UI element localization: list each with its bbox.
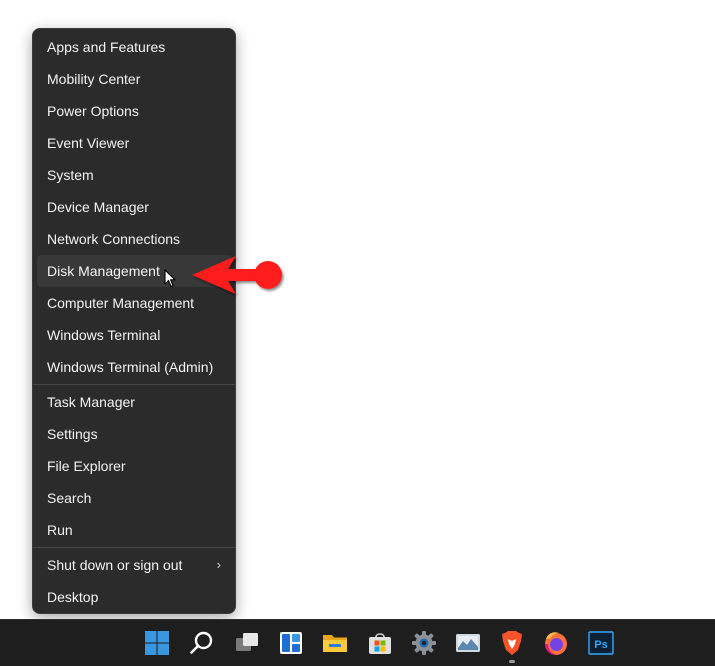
menu-item-event-viewer[interactable]: Event Viewer	[37, 127, 231, 159]
menu-item-run[interactable]: Run	[37, 514, 231, 546]
menu-item-file-explorer[interactable]: File Explorer	[37, 450, 231, 482]
menu-item-task-manager[interactable]: Task Manager	[37, 386, 231, 418]
running-app-indicator	[509, 660, 515, 663]
menu-item-search[interactable]: Search	[37, 482, 231, 514]
menu-item-windows-terminal-admin[interactable]: Windows Terminal (Admin)	[37, 351, 231, 383]
menu-item-label: Shut down or sign out	[47, 557, 183, 573]
photos-icon[interactable]	[454, 629, 482, 657]
menu-item-shut-down-or-sign-out[interactable]: Shut down or sign out ›	[37, 549, 231, 581]
menu-item-device-manager[interactable]: Device Manager	[37, 191, 231, 223]
mouse-pointer-icon	[164, 269, 176, 288]
winx-context-menu: Apps and Features Mobility Center Power …	[32, 28, 236, 614]
windows-start-icon[interactable]	[143, 629, 171, 657]
menu-separator	[33, 384, 235, 385]
widgets-icon[interactable]	[277, 629, 305, 657]
brave-browser-icon[interactable]	[498, 629, 526, 657]
menu-item-apps-and-features[interactable]: Apps and Features	[37, 31, 231, 63]
menu-item-settings[interactable]: Settings	[37, 418, 231, 450]
menu-item-system[interactable]: System	[37, 159, 231, 191]
file-explorer-icon[interactable]	[321, 629, 349, 657]
menu-item-desktop[interactable]: Desktop	[37, 581, 231, 613]
menu-item-network-connections[interactable]: Network Connections	[37, 223, 231, 255]
photoshop-icon[interactable]: Ps	[587, 629, 615, 657]
microsoft-store-icon[interactable]	[366, 629, 394, 657]
chevron-right-icon: ›	[216, 557, 221, 572]
menu-item-power-options[interactable]: Power Options	[37, 95, 231, 127]
taskbar: Ps	[0, 619, 715, 666]
menu-separator	[33, 547, 235, 548]
menu-item-windows-terminal[interactable]: Windows Terminal	[37, 319, 231, 351]
desktop: Apps and Features Mobility Center Power …	[0, 0, 715, 666]
search-icon[interactable]	[188, 629, 216, 657]
menu-item-mobility-center[interactable]: Mobility Center	[37, 63, 231, 95]
settings-icon[interactable]	[410, 629, 438, 657]
photoshop-label: Ps	[594, 639, 607, 651]
red-annotation-arrow-icon	[192, 256, 282, 294]
task-view-icon[interactable]	[233, 629, 261, 657]
firefox-icon[interactable]	[542, 629, 570, 657]
